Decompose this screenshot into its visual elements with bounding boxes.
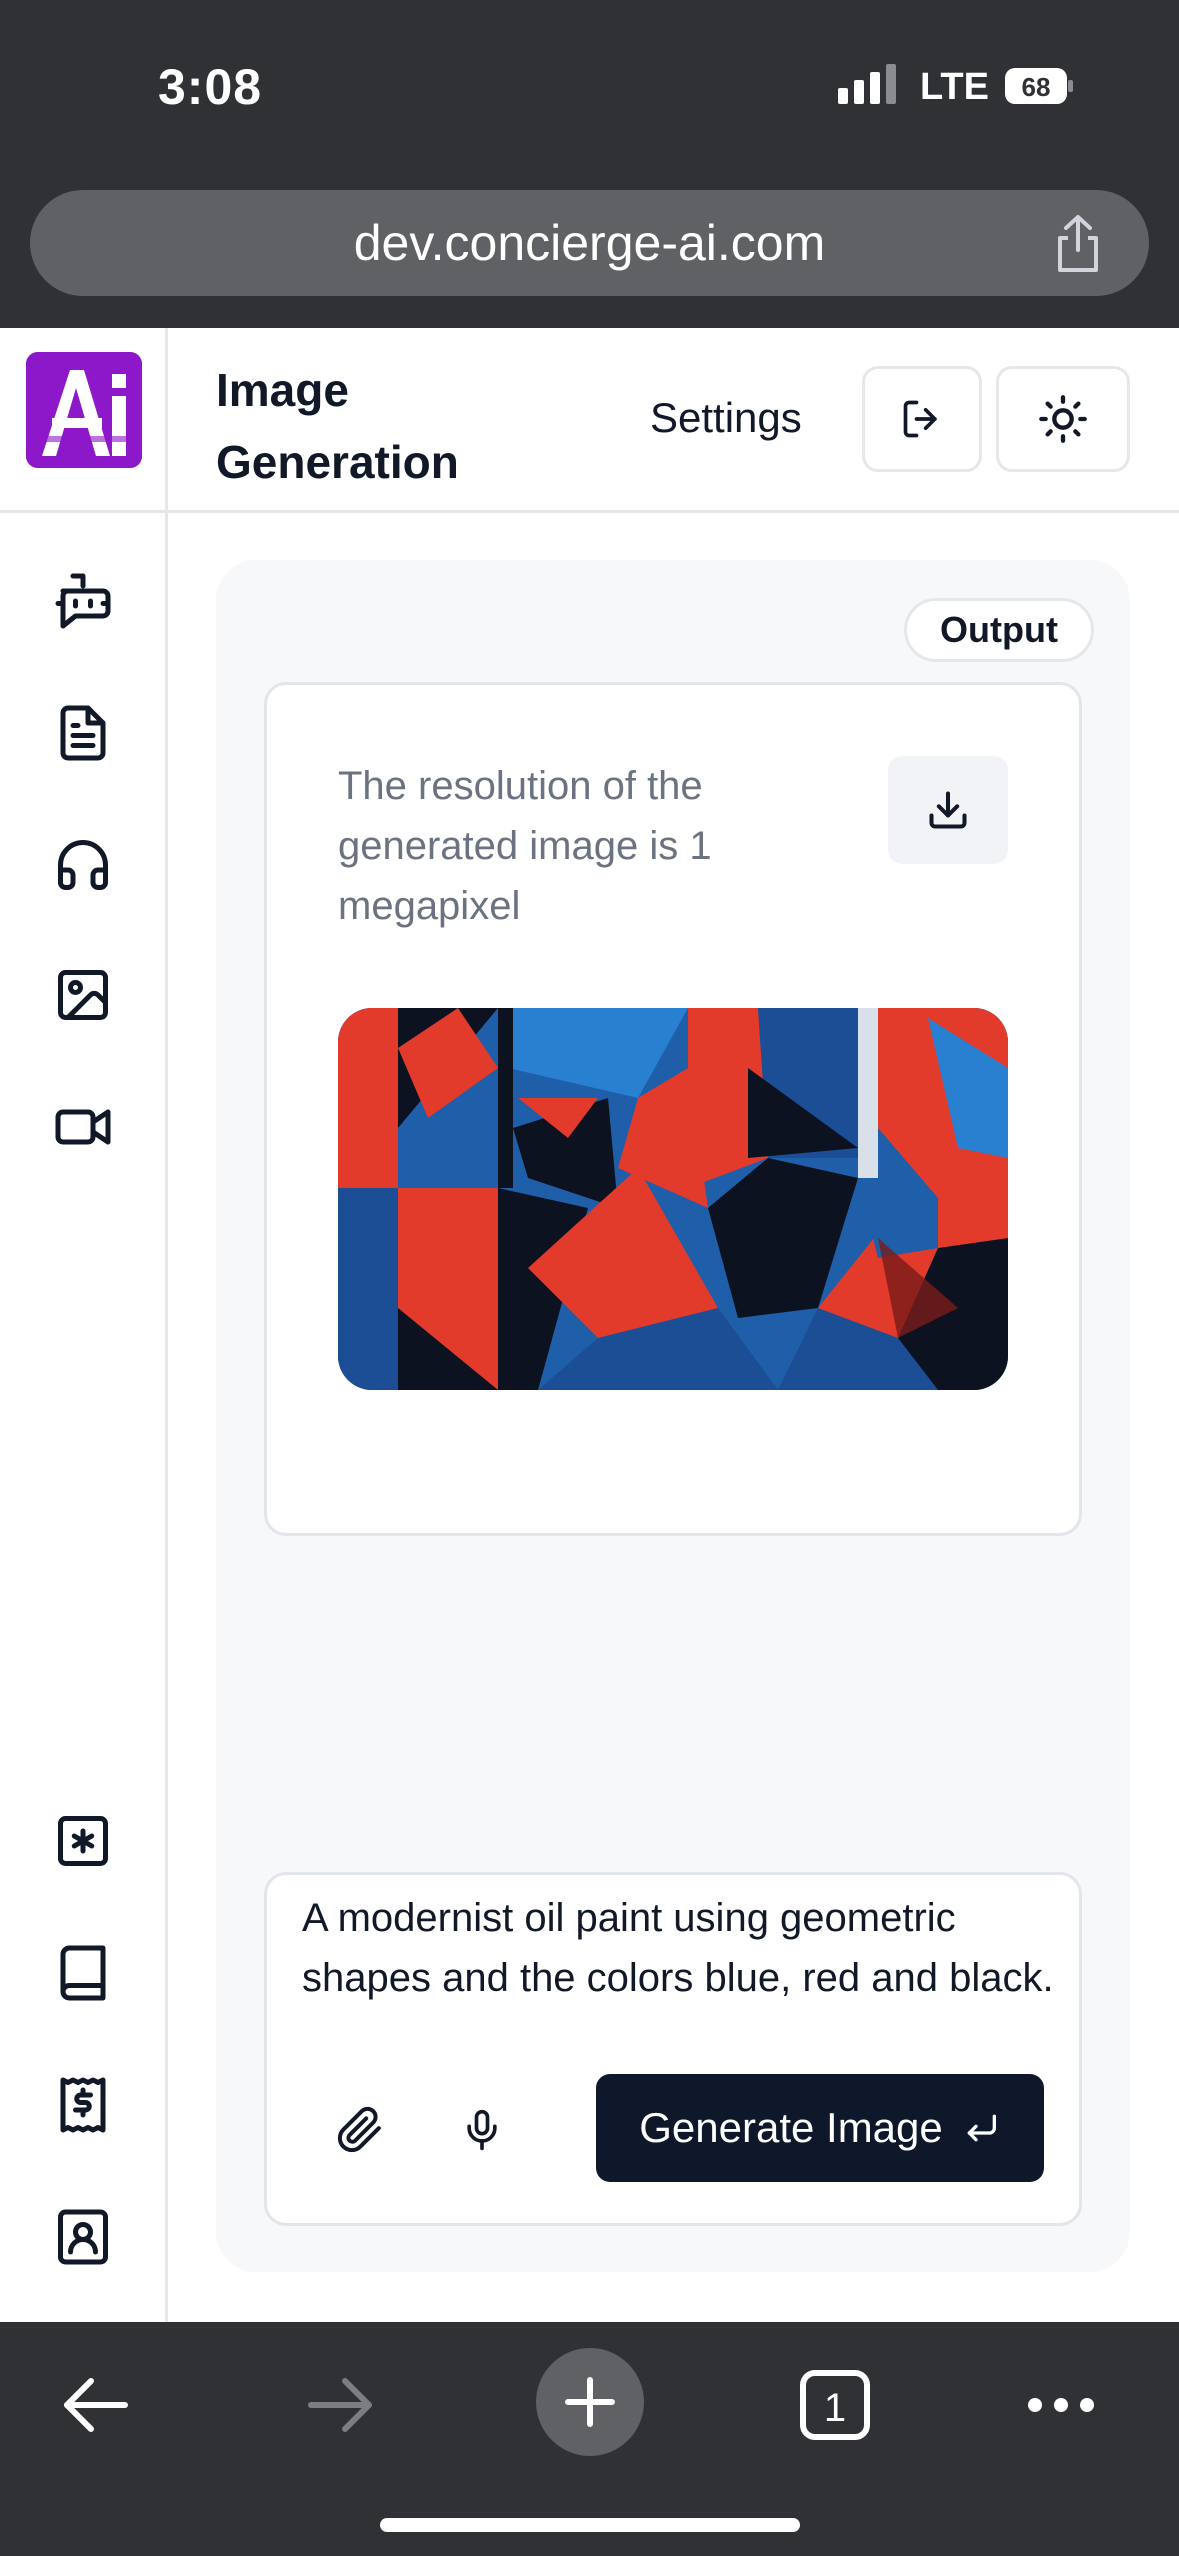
resolution-text: The resolution of the generated image is… xyxy=(338,764,712,928)
geometric-painting xyxy=(338,1008,1008,1390)
receipt-icon xyxy=(60,2077,106,2133)
plus-icon xyxy=(565,2377,615,2427)
sidebar-item-billing[interactable] xyxy=(50,2072,116,2138)
paperclip-icon xyxy=(337,2106,381,2153)
sidebar-item-profile[interactable] xyxy=(50,2204,116,2270)
sidebar-item-images[interactable] xyxy=(50,962,116,1028)
header-divider xyxy=(0,510,1179,513)
sun-icon xyxy=(1039,395,1087,443)
generate-button-label: Generate Image xyxy=(639,2104,943,2151)
back-arrow-icon xyxy=(64,2378,128,2432)
sidebar-item-chatbot[interactable] xyxy=(50,568,116,634)
attach-button[interactable] xyxy=(330,2090,390,2170)
sidebar-item-library[interactable] xyxy=(50,1940,116,2006)
contact-icon xyxy=(58,2209,108,2265)
back-button[interactable] xyxy=(40,2350,150,2460)
book-icon xyxy=(60,1945,106,2001)
battery-level: 68 xyxy=(1022,72,1051,102)
microphone-button[interactable] xyxy=(452,2090,512,2170)
prompt-text[interactable]: A modernist oil paint using geometric sh… xyxy=(302,1888,1062,2008)
headphones-icon xyxy=(58,840,108,890)
sidebar-item-documents[interactable] xyxy=(50,700,116,766)
sidebar-item-audio[interactable] xyxy=(50,832,116,898)
status-time: 3:08 xyxy=(158,59,263,115)
forward-arrow-icon xyxy=(308,2378,372,2432)
more-dots-icon xyxy=(1028,2398,1094,2412)
url-bar[interactable]: dev.concierge-ai.com xyxy=(30,190,1149,296)
bot-icon xyxy=(55,573,111,629)
generated-image xyxy=(338,1008,1008,1390)
url-text[interactable]: dev.concierge-ai.com xyxy=(30,214,1149,272)
image-icon xyxy=(58,970,108,1020)
logout-icon xyxy=(903,400,937,438)
tabs-button[interactable]: 1 xyxy=(780,2350,890,2460)
more-button[interactable] xyxy=(1006,2350,1116,2460)
logo-icon xyxy=(26,352,142,468)
logout-button[interactable] xyxy=(862,366,982,472)
download-icon xyxy=(929,791,967,829)
enter-icon xyxy=(967,2114,996,2142)
asterisk-icon xyxy=(58,1816,108,1866)
network-type: LTE xyxy=(920,66,989,108)
download-button[interactable] xyxy=(888,756,1008,864)
battery-icon: 68 xyxy=(1005,68,1073,104)
theme-toggle-button[interactable] xyxy=(996,366,1130,472)
new-tab-button[interactable] xyxy=(536,2348,644,2456)
forward-button[interactable] xyxy=(286,2350,396,2460)
page-title: Image Generation xyxy=(216,364,459,488)
microphone-icon xyxy=(467,2109,497,2151)
output-badge: Output xyxy=(904,598,1094,662)
home-indicator xyxy=(380,2518,800,2532)
tab-count: 1 xyxy=(824,2386,846,2430)
sidebar-item-prompts[interactable] xyxy=(50,1808,116,1874)
share-icon[interactable] xyxy=(1046,212,1110,276)
settings-link[interactable]: Settings xyxy=(650,394,802,442)
document-icon xyxy=(60,705,106,761)
app-logo[interactable] xyxy=(26,352,142,468)
sidebar-item-video[interactable] xyxy=(50,1094,116,1160)
video-icon xyxy=(55,1109,111,1145)
signal-icon xyxy=(838,64,896,104)
generate-image-button[interactable]: Generate Image xyxy=(596,2074,1044,2182)
tabs-icon: 1 xyxy=(800,2370,870,2440)
